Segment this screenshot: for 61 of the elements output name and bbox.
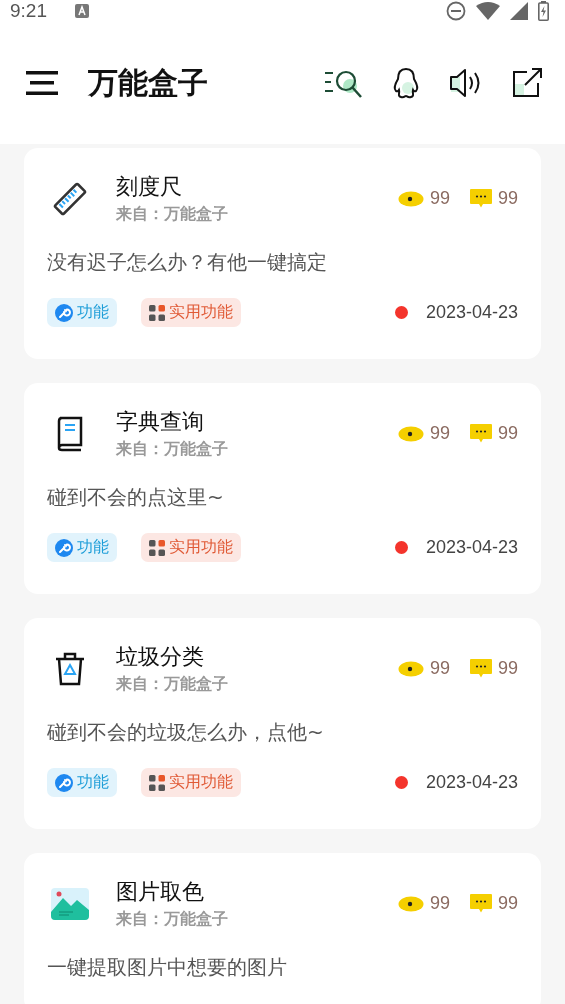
card-title: 字典查询 — [116, 408, 205, 436]
card-title: 刻度尺 — [116, 173, 183, 201]
wrench-icon — [55, 303, 73, 322]
card-description: 没有迟子怎么办？有他一键搞定 — [47, 249, 328, 276]
status-time: 9:21 — [10, 0, 47, 22]
view-count: 99 — [429, 188, 450, 209]
grid-icon — [149, 304, 165, 321]
card-description: 一键提取图片中想要的图片 — [47, 954, 288, 981]
app-title: 万能盒子 — [88, 63, 208, 102]
comment-icon — [469, 659, 492, 678]
card-source: 来自：万能盒子 — [116, 204, 228, 225]
menu-icon[interactable] — [26, 70, 58, 96]
penguin-icon[interactable] — [391, 67, 421, 99]
card-background[interactable]: 垃圾分类 来自：万能盒子 99 99 碰到不会的垃圾怎么办，点他~ 功能 实用功能 2023-04-23 — [24, 618, 541, 829]
grid-icon — [149, 774, 165, 791]
grid-icon — [149, 539, 165, 556]
card-source: 来自：万能盒子 — [116, 439, 228, 460]
ruler-icon — [52, 180, 88, 217]
battery-icon — [538, 1, 549, 21]
comment-count: 99 — [497, 893, 518, 914]
do-not-disturb-icon — [446, 1, 466, 21]
card-description: 碰到不会的点这里~ — [47, 484, 225, 511]
category-tag[interactable]: 实用功能 — [141, 533, 241, 562]
eye-icon — [397, 425, 424, 442]
category-tag[interactable]: 功能 — [47, 298, 117, 327]
card-source: 来自：万能盒子 — [116, 674, 228, 695]
wrench-icon — [55, 773, 73, 792]
wrench-icon — [55, 538, 73, 557]
category-tag[interactable]: 实用功能 — [141, 768, 241, 797]
image-icon — [51, 887, 89, 920]
card-background[interactable]: 字典查询 来自：万能盒子 99 99 碰到不会的点这里~ 功能 实用功能 2023-04-23 — [24, 383, 541, 594]
comment-icon — [469, 894, 492, 913]
eye-icon — [397, 190, 424, 207]
recycle-bin-icon — [53, 650, 87, 687]
eye-icon — [397, 895, 424, 912]
wifi-icon — [476, 2, 500, 20]
comment-count: 99 — [497, 188, 518, 209]
card-date: 2023-04-23 — [425, 537, 518, 558]
comment-icon — [469, 424, 492, 443]
card-description: 碰到不会的垃圾怎么办，点他~ — [47, 719, 325, 746]
book-icon — [56, 415, 84, 452]
card-title: 垃圾分类 — [116, 643, 205, 671]
category-tag[interactable]: 实用功能 — [141, 298, 241, 327]
eye-icon — [397, 660, 424, 677]
card-title: 图片取色 — [116, 878, 205, 906]
comment-count: 99 — [497, 423, 518, 444]
view-count: 99 — [429, 658, 450, 679]
category-tag[interactable]: 功能 — [47, 768, 117, 797]
view-count: 99 — [429, 423, 450, 444]
card-source: 来自：万能盒子 — [116, 909, 228, 930]
view-count: 99 — [429, 893, 450, 914]
share-icon[interactable] — [511, 67, 543, 99]
card-background[interactable]: 图片取色 来自：万能盒子 99 99 一键提取图片中想要的图片 — [24, 853, 541, 1004]
comment-count: 99 — [497, 658, 518, 679]
card-date: 2023-04-23 — [425, 302, 518, 323]
card-background[interactable]: 刻度尺 来自：万能盒子 99 99 没有迟子怎么办？有他一键搞定 功能 实用功能 2023-04-23 — [24, 148, 541, 359]
keyboard-notification-icon — [75, 4, 89, 18]
category-tag[interactable]: 功能 — [47, 533, 117, 562]
card-date: 2023-04-23 — [425, 772, 518, 793]
comment-icon — [469, 189, 492, 208]
signal-icon — [510, 2, 528, 20]
